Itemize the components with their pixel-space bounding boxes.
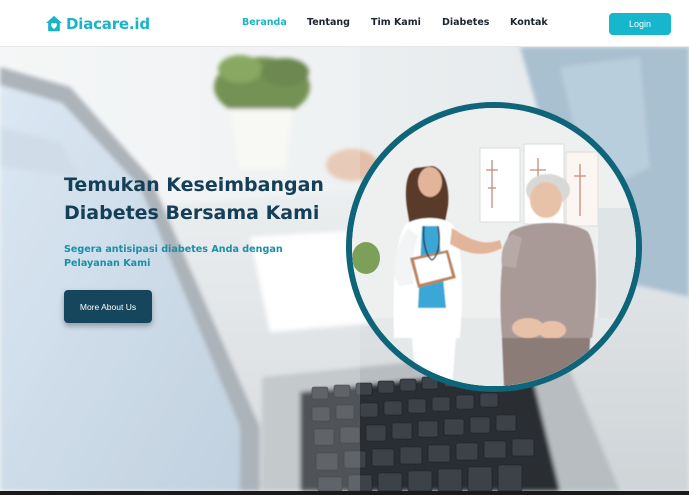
navbar: Diacare.id Beranda Tentang Tim Kami Diab… — [0, 0, 689, 47]
doctor-patient-photo — [346, 102, 642, 392]
nav-tim-kami[interactable]: Tim Kami — [371, 17, 421, 28]
hero-subtitle: Segera antisipasi diabetes Anda dengan P… — [64, 243, 294, 270]
brand-name: Diacare.id — [66, 15, 150, 33]
nav-beranda[interactable]: Beranda — [242, 17, 287, 28]
hero-subtitle-line-2: Pelayanan Kami — [64, 257, 151, 269]
hero-title: Temukan Keseimbangan Diabetes Bersama Ka… — [64, 171, 354, 227]
page: Diacare.id Beranda Tentang Tim Kami Diab… — [0, 0, 689, 491]
hero-section: Temukan Keseimbangan Diabetes Bersama Ka… — [0, 47, 689, 491]
nav-kontak[interactable]: Kontak — [510, 17, 548, 28]
hero-title-line-2: Diabetes Bersama Kami — [64, 202, 320, 224]
more-about-us-button[interactable]: More About Us — [64, 290, 152, 323]
nav-diabetes[interactable]: Diabetes — [442, 17, 489, 28]
bottom-edge — [0, 491, 689, 495]
login-button[interactable]: Login — [609, 13, 671, 35]
hero-subtitle-line-1: Segera antisipasi diabetes Anda dengan — [64, 244, 283, 255]
nav-tentang[interactable]: Tentang — [307, 17, 350, 28]
house-heart-icon — [45, 15, 63, 32]
hero-title-line-1: Temukan Keseimbangan — [64, 174, 324, 196]
brand-logo[interactable]: Diacare.id — [45, 12, 150, 36]
